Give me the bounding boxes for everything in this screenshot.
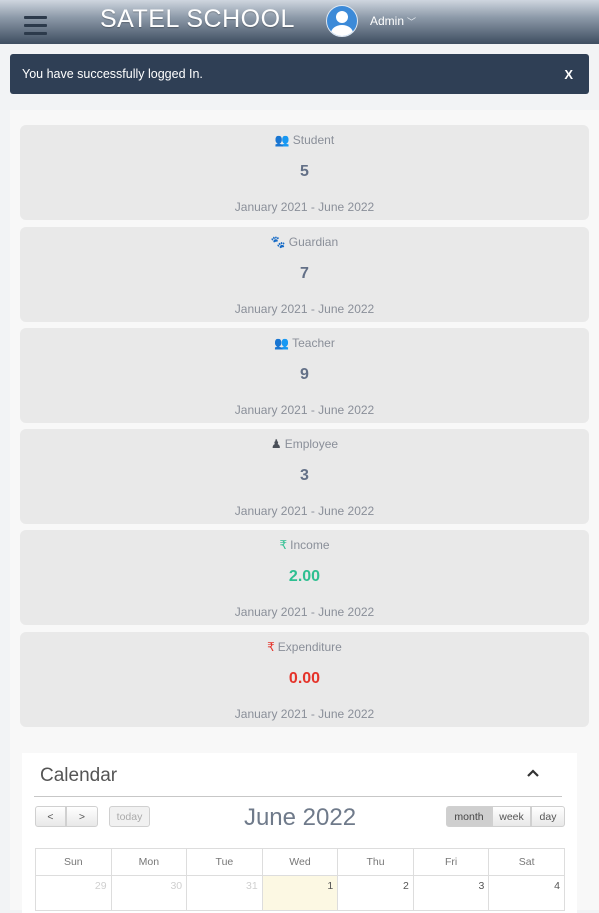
- app-title[interactable]: SATEL SCHOOL: [100, 5, 295, 34]
- users-icon: 👥: [274, 336, 290, 350]
- users-icon: 👥: [274, 133, 290, 147]
- weekday-header: Thu: [337, 848, 414, 876]
- stat-value: 0.00: [288, 670, 321, 687]
- calendar-panel: Calendar < > today June 2022 month week …: [22, 753, 577, 913]
- chevron-up-icon[interactable]: [526, 766, 540, 780]
- stat-value: 3: [300, 467, 309, 484]
- stat-value: 2.00: [288, 568, 321, 585]
- alert-message: You have successfully logged In.: [22, 67, 203, 81]
- calendar-toolbar: < > today June 2022 month week day: [35, 804, 565, 836]
- stat-card-student: 👥 Student 5 January 2021 - June 2022: [20, 125, 589, 220]
- stat-label: Guardian: [288, 235, 339, 249]
- weekday-header: Wed: [261, 848, 339, 876]
- weekday-header: Sun: [35, 848, 112, 876]
- stat-value: 7: [300, 265, 309, 282]
- day-view-button[interactable]: day: [531, 806, 565, 827]
- stat-period: January 2021 - June 2022: [234, 403, 375, 417]
- calendar-day-cell[interactable]: 30: [110, 875, 188, 911]
- calendar-day-cell[interactable]: 4: [488, 875, 565, 911]
- calendar-grid: Sun Mon Tue Wed Thu Fri Sat 29 30 31 1 2…: [35, 848, 565, 911]
- sitemap-icon: ♟: [270, 437, 282, 451]
- stat-period: January 2021 - June 2022: [234, 302, 375, 316]
- weekday-header: Tue: [186, 848, 263, 876]
- success-alert: You have successfully logged In. X: [10, 54, 589, 94]
- stat-label: Income: [290, 538, 330, 552]
- calendar-week-row: 29 30 31 1 2 3 4: [35, 875, 565, 911]
- stat-value: 5: [300, 163, 309, 180]
- stat-period: January 2021 - June 2022: [234, 605, 375, 619]
- user-name[interactable]: Admin: [370, 14, 404, 28]
- calendar-day-cell[interactable]: 29: [35, 875, 112, 911]
- week-view-button[interactable]: week: [492, 806, 531, 827]
- calendar-title: Calendar: [40, 765, 118, 786]
- paw-icon: 🐾: [270, 235, 286, 249]
- stat-card-income: ₹ Income 2.00 January 2021 - June 2022: [20, 530, 589, 625]
- calendar-header: Calendar: [34, 753, 562, 797]
- stat-label: Employee: [284, 437, 339, 451]
- stat-period: January 2021 - June 2022: [234, 707, 375, 721]
- stat-label: Teacher: [292, 336, 335, 350]
- month-view-button[interactable]: month: [446, 806, 492, 827]
- stat-card-guardian: 🐾 Guardian 7 January 2021 - June 2022: [20, 227, 589, 322]
- stat-label: Expenditure: [277, 640, 342, 654]
- calendar-day-cell[interactable]: 2: [337, 875, 414, 911]
- calendar-day-cell[interactable]: 3: [412, 875, 490, 911]
- rupee-icon: ₹: [267, 640, 275, 654]
- stat-label: Student: [292, 133, 335, 147]
- rupee-icon: ₹: [279, 538, 288, 552]
- chevron-down-icon[interactable]: ﹀: [407, 15, 416, 28]
- stat-period: January 2021 - June 2022: [234, 200, 375, 214]
- stat-card-employee: ♟ Employee 3 January 2021 - June 2022: [20, 429, 589, 524]
- top-navbar: SATEL SCHOOL Admin ﹀: [0, 0, 599, 44]
- weekday-header: Sat: [488, 848, 565, 876]
- avatar-icon[interactable]: [326, 5, 358, 37]
- calendar-day-cell-today[interactable]: 1: [261, 875, 339, 911]
- user-menu[interactable]: Admin ﹀: [326, 5, 416, 37]
- stat-period: January 2021 - June 2022: [234, 504, 375, 518]
- weekday-header: Fri: [412, 848, 490, 876]
- stat-value: 9: [300, 366, 309, 383]
- weekday-header-row: Sun Mon Tue Wed Thu Fri Sat: [35, 848, 565, 876]
- menu-toggle-icon[interactable]: [24, 16, 47, 35]
- stat-card-expenditure: ₹ Expenditure 0.00 January 2021 - June 20…: [20, 632, 589, 727]
- weekday-header: Mon: [110, 848, 188, 876]
- stat-card-teacher: 👥 Teacher 9 January 2021 - June 2022: [20, 328, 589, 423]
- calendar-day-cell[interactable]: 31: [186, 875, 263, 911]
- close-alert-button[interactable]: X: [564, 67, 577, 82]
